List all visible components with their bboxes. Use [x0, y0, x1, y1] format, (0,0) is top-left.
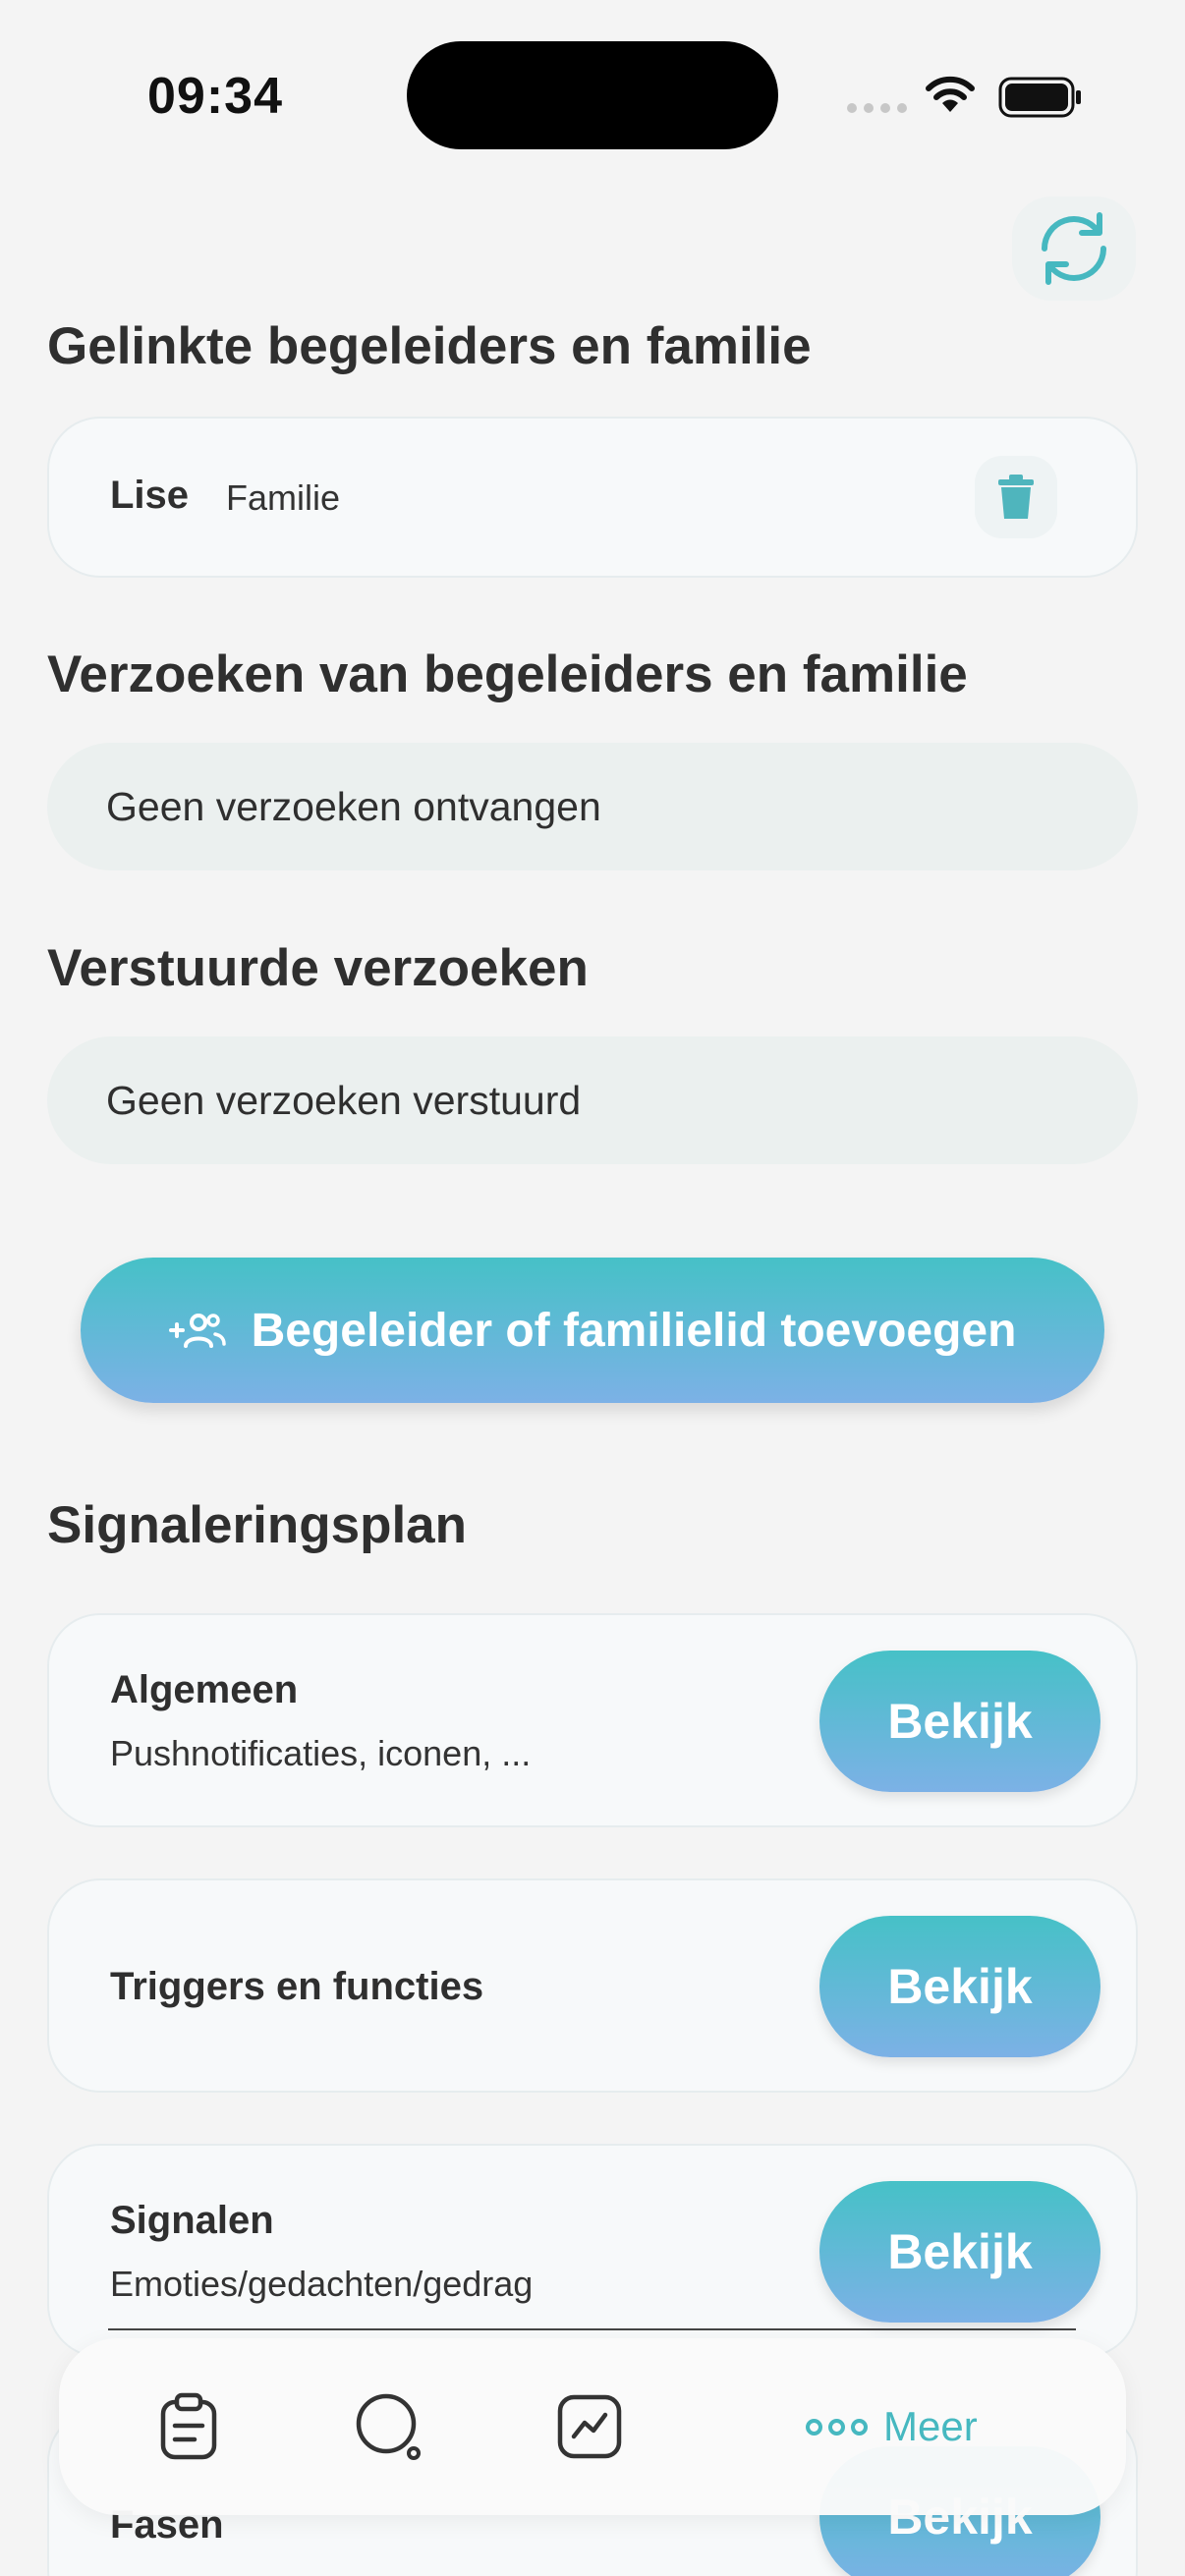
sent-empty-state: Geen verzoeken verstuurd — [47, 1036, 1138, 1164]
search-icon — [356, 2393, 421, 2460]
trash-icon — [998, 475, 1034, 519]
tab-chart[interactable] — [550, 2387, 629, 2466]
refresh-button[interactable] — [1012, 196, 1136, 301]
view-triggers-button[interactable]: Bekijk — [819, 1916, 1100, 2057]
chart-icon — [557, 2394, 622, 2459]
plan-item-subtitle: Emoties/gedachten/gedrag — [110, 2264, 534, 2304]
requests-empty-state: Geen verzoeken ontvangen — [47, 743, 1138, 870]
linked-person-role: Familie — [226, 477, 341, 518]
linked-section-title: Gelinkte begeleiders en familie — [47, 317, 812, 375]
add-people-icon — [168, 1314, 226, 1348]
status-time: 09:34 — [147, 68, 283, 125]
plan-item-title: Triggers en functies — [110, 1965, 484, 2008]
plan-item-triggers: Triggers en functies Bekijk — [47, 1878, 1138, 2093]
view-algemeen-button[interactable]: Bekijk — [819, 1651, 1100, 1792]
tab-search[interactable] — [350, 2387, 428, 2466]
plan-item-signalen: Signalen Emoties/gedachten/gedrag Bekijk — [47, 2144, 1138, 2358]
status-bar: 09:34 — [0, 0, 1185, 196]
tab-more[interactable]: Meer — [806, 2387, 978, 2466]
plan-item-title: Algemeen — [110, 1668, 299, 1711]
delete-linked-button[interactable] — [975, 456, 1057, 538]
battery-icon — [998, 77, 1081, 118]
add-guardian-label: Begeleider of familielid toevoegen — [251, 1304, 1017, 1357]
dynamic-island — [407, 41, 778, 149]
view-signalen-button[interactable]: Bekijk — [819, 2181, 1100, 2323]
sent-section-title: Verstuurde verzoeken — [47, 939, 589, 997]
plan-item-title: Signalen — [110, 2199, 274, 2242]
more-icon — [806, 2418, 868, 2436]
refresh-icon — [1042, 212, 1106, 285]
tab-bar: Meer — [59, 2338, 1126, 2515]
wifi-icon — [926, 76, 975, 112]
tab-clipboard[interactable] — [149, 2387, 228, 2466]
add-guardian-button[interactable]: Begeleider of familielid toevoegen — [81, 1258, 1104, 1403]
plan-item-algemeen: Algemeen Pushnotificaties, iconen, ... B… — [47, 1613, 1138, 1827]
plan-section-title: Signaleringsplan — [47, 1496, 468, 1554]
requests-section-title: Verzoeken van begeleiders en familie — [47, 645, 968, 703]
linked-person-name: Lise — [110, 474, 190, 517]
plan-item-subtitle: Pushnotificaties, iconen, ... — [110, 1733, 532, 1773]
divider — [108, 2328, 1076, 2330]
cellular-signal-icon — [847, 103, 907, 113]
tab-more-label: Meer — [883, 2403, 978, 2449]
clipboard-icon — [160, 2392, 217, 2460]
linked-person-card: Lise Familie — [47, 417, 1138, 578]
